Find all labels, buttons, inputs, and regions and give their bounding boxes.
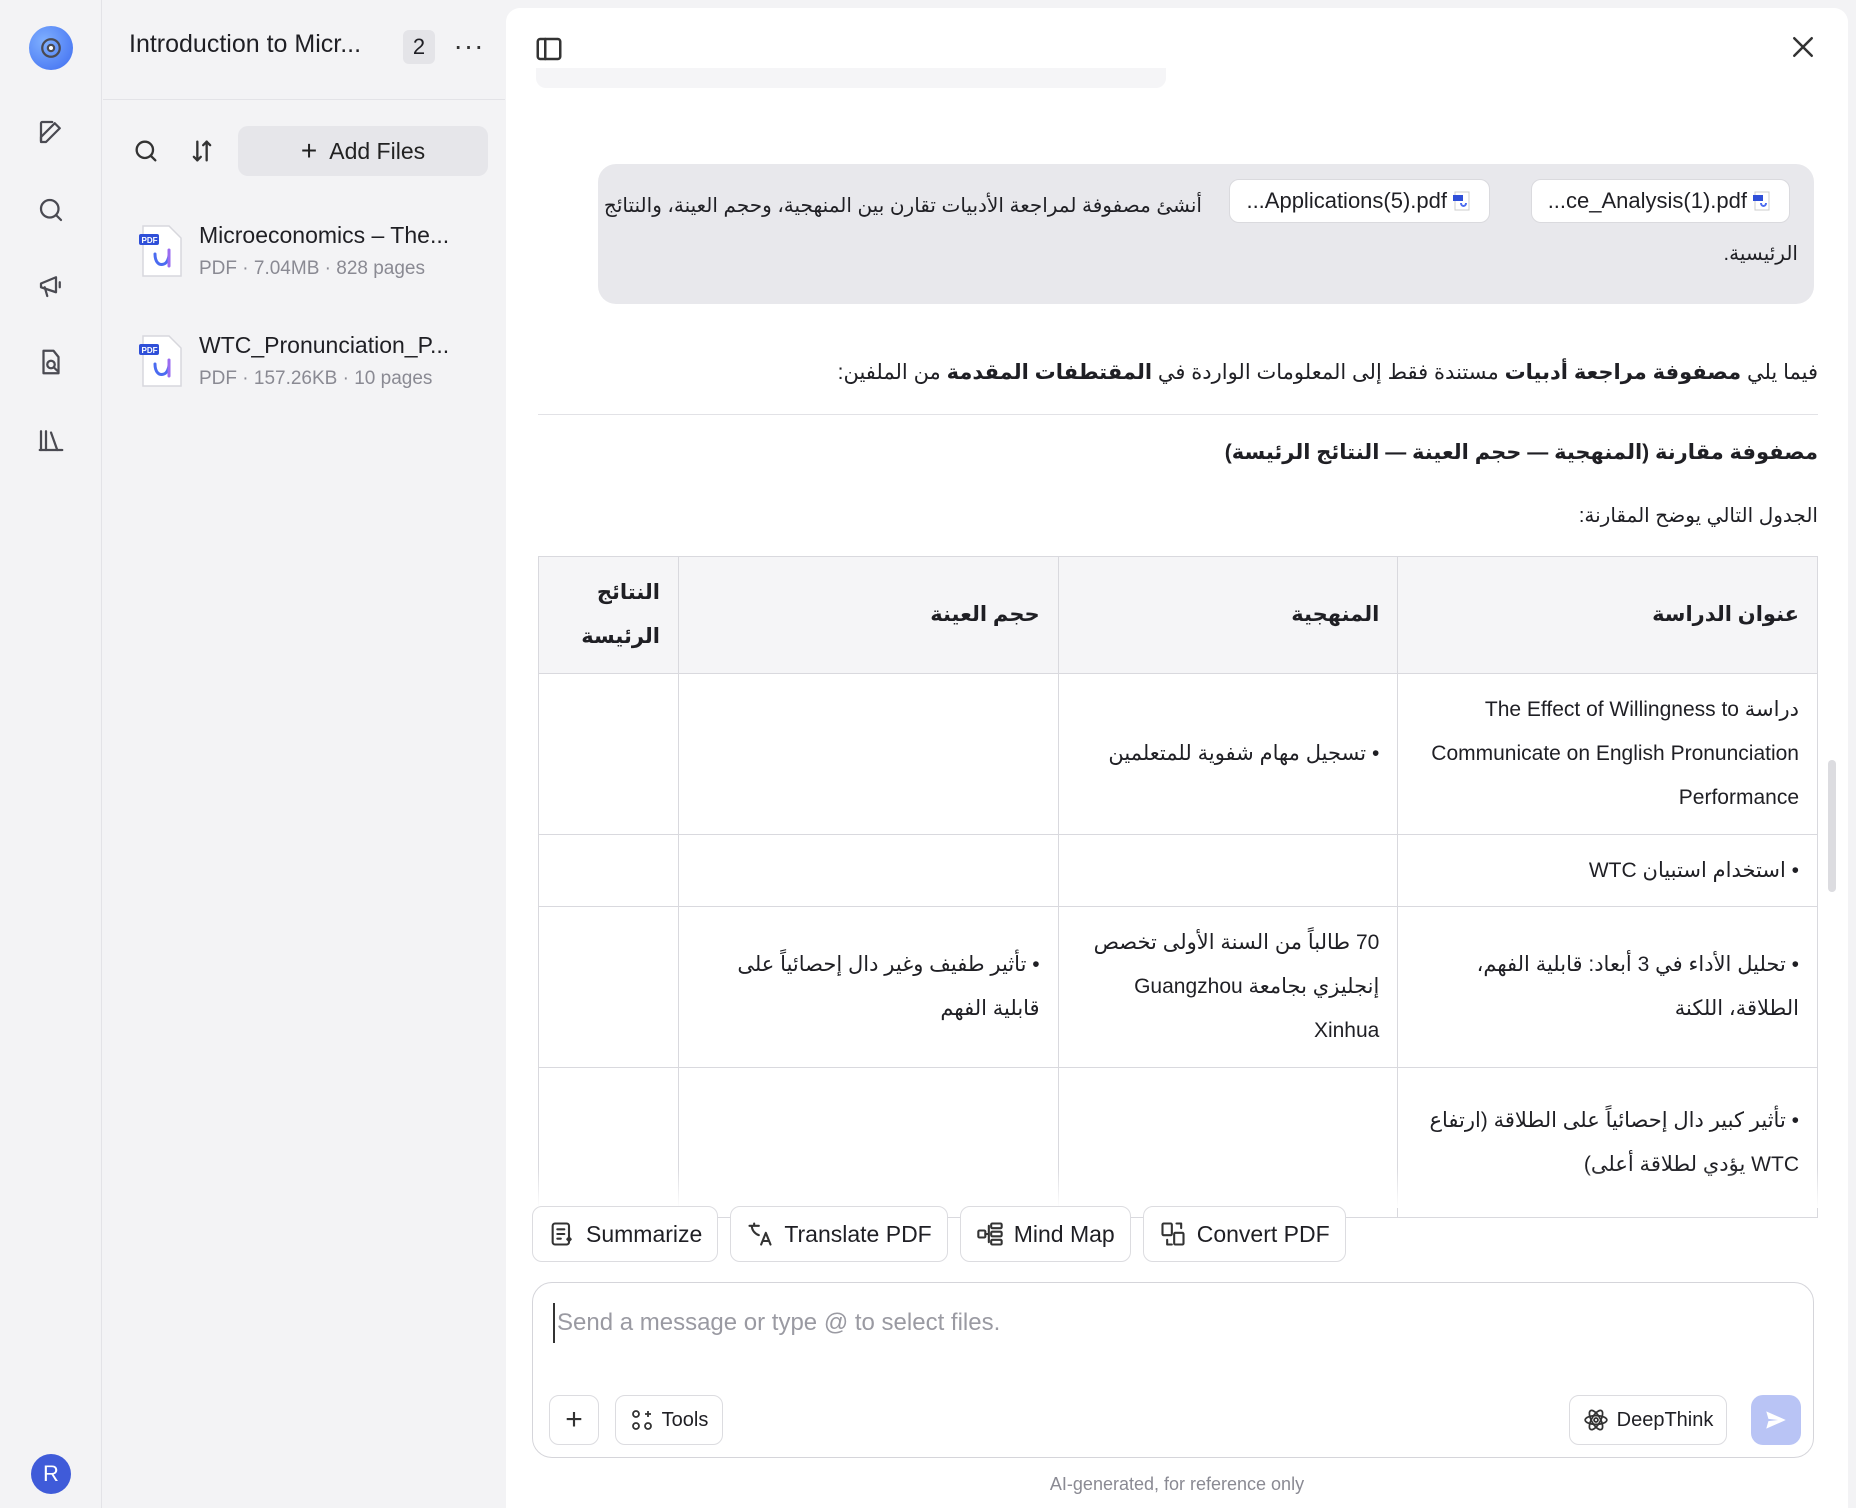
table-cell: 70 طالباً من السنة الأولى تخصص إنجليزي ب…	[1057, 906, 1399, 1068]
table-row: دراسة The Effect of Willingness to Commu…	[538, 673, 1818, 835]
file-name: WTC_Pronunciation_P...	[199, 332, 450, 358]
file-meta: PDF · 157.26KB · 10 pages	[199, 368, 433, 389]
document-search-icon[interactable]	[31, 342, 71, 382]
answer-intro: فيما يلي مصفوفة مراجعة أدبيات مستندة فقط…	[837, 361, 1818, 384]
avatar[interactable]: R	[31, 1454, 71, 1494]
mind-map-button[interactable]: Mind Map	[959, 1206, 1131, 1262]
sort-icon[interactable]	[185, 134, 219, 168]
table-cell: دراسة The Effect of Willingness to Commu…	[1397, 673, 1818, 835]
search-icon[interactable]	[31, 190, 71, 230]
table-row: • تحليل الأداء في 3 أبعاد: قابلية الفهم،…	[538, 906, 1818, 1068]
plus-icon: +	[565, 1403, 583, 1436]
divider	[538, 414, 1818, 415]
convert-icon	[1161, 1222, 1185, 1246]
table-cell	[538, 906, 679, 1068]
files-panel: Introduction to Micr... 2 ··· + Add File…	[103, 0, 505, 1508]
mind-map-icon	[977, 1222, 1003, 1246]
attach-plus-button[interactable]: +	[549, 1395, 599, 1445]
table-cell: • تسجيل مهام شفوية للمتعلمين	[1057, 673, 1399, 835]
table-header-cell: حجم العينة	[677, 556, 1059, 674]
chat-panel: ...ce_Analysis(1).pdf ...Applications(5)…	[506, 8, 1848, 1508]
edit-icon[interactable]	[31, 112, 71, 152]
send-button[interactable]	[1751, 1395, 1801, 1445]
answer-subtitle: الجدول التالي يوضح المقارنة:	[1578, 505, 1818, 527]
tools-button[interactable]: Tools	[615, 1395, 723, 1445]
answer-heading: مصفوفة مقارنة (المنهجية — حجم العينة — ا…	[1224, 441, 1818, 464]
svg-text:PDF: PDF	[142, 236, 158, 245]
add-files-button[interactable]: + Add Files	[238, 126, 488, 176]
close-icon[interactable]	[1788, 32, 1822, 66]
previous-message-edge	[536, 68, 1166, 88]
deepthink-button[interactable]: DeepThink	[1569, 1395, 1727, 1445]
atom-icon	[1583, 1409, 1608, 1431]
convert-pdf-button[interactable]: Convert PDF	[1142, 1206, 1346, 1262]
file-meta: PDF · 7.04MB · 828 pages	[199, 258, 425, 279]
literature-matrix-table: عنوان الدراسة المنهجية حجم العينة النتائ…	[538, 556, 1818, 1218]
more-options-button[interactable]: ···	[449, 28, 489, 64]
table-cell: • تأثير طفيف وغير دال إحصائياً على قابلي…	[677, 906, 1059, 1068]
attachment-chip[interactable]: ...Applications(5).pdf	[1229, 179, 1490, 223]
file-item[interactable]: PDF WTC_Pronunciation_P... PDF · 157.26K…	[129, 328, 489, 408]
files-header: Introduction to Micr... 2 ···	[103, 0, 505, 100]
tools-icon	[631, 1410, 652, 1430]
megaphone-icon[interactable]	[31, 266, 71, 306]
app-logo-icon[interactable]	[29, 26, 73, 70]
file-item[interactable]: PDF Microeconomics – The... PDF · 7.04MB…	[129, 218, 489, 298]
translate-pdf-button[interactable]: Translate PDF	[730, 1206, 948, 1262]
table-cell	[538, 673, 679, 835]
send-icon	[1766, 1411, 1786, 1429]
table-cell	[538, 834, 679, 907]
table-cell: • تحليل الأداء في 3 أبعاد: قابلية الفهم،…	[1397, 906, 1818, 1068]
table-header-row: عنوان الدراسة المنهجية حجم العينة النتائ…	[538, 556, 1818, 674]
project-title[interactable]: Introduction to Micr...	[129, 30, 361, 59]
plus-icon: +	[300, 135, 318, 166]
summarize-icon	[551, 1222, 572, 1246]
pdf-mini-icon	[1753, 191, 1770, 211]
user-message-bubble: ...ce_Analysis(1).pdf ...Applications(5)…	[598, 164, 1814, 304]
svg-text:PDF: PDF	[142, 346, 158, 355]
translate-icon	[748, 1222, 772, 1246]
message-composer: + Tools DeepThink	[532, 1282, 1814, 1458]
search-files-icon[interactable]	[129, 134, 163, 168]
table-header-cell: المنهجية	[1057, 556, 1399, 674]
message-input[interactable]	[553, 1303, 1753, 1343]
table-header-cell: النتائج الرئيسة	[538, 556, 679, 674]
attachment-chip[interactable]: ...ce_Analysis(1).pdf	[1530, 179, 1790, 223]
table-cell	[677, 834, 1059, 907]
file-count-badge: 2	[403, 30, 435, 64]
quick-actions: Summarize Translate PDF Mind Map Convert…	[532, 1206, 1346, 1262]
pdf-file-icon: PDF	[139, 225, 182, 277]
table-cell	[677, 673, 1059, 835]
ai-disclaimer: AI-generated, for reference only	[1049, 1474, 1305, 1494]
pdf-mini-icon	[1453, 191, 1470, 211]
table-header-cell: عنوان الدراسة	[1397, 556, 1818, 674]
sidebar-toggle-icon[interactable]	[534, 34, 568, 68]
summarize-button[interactable]: Summarize	[532, 1206, 719, 1262]
icon-rail: R	[0, 0, 102, 1508]
table-cell	[1057, 834, 1399, 907]
table-cell: • استخدام استبيان WTC	[1397, 834, 1818, 907]
scroll-fade	[506, 1168, 1848, 1208]
library-icon[interactable]	[31, 420, 71, 460]
chat-scrollbar[interactable]	[1828, 760, 1836, 892]
pdf-file-icon: PDF	[139, 335, 182, 387]
table-row: • استخدام استبيان WTC	[538, 834, 1818, 907]
file-name: Microeconomics – The...	[199, 222, 450, 248]
